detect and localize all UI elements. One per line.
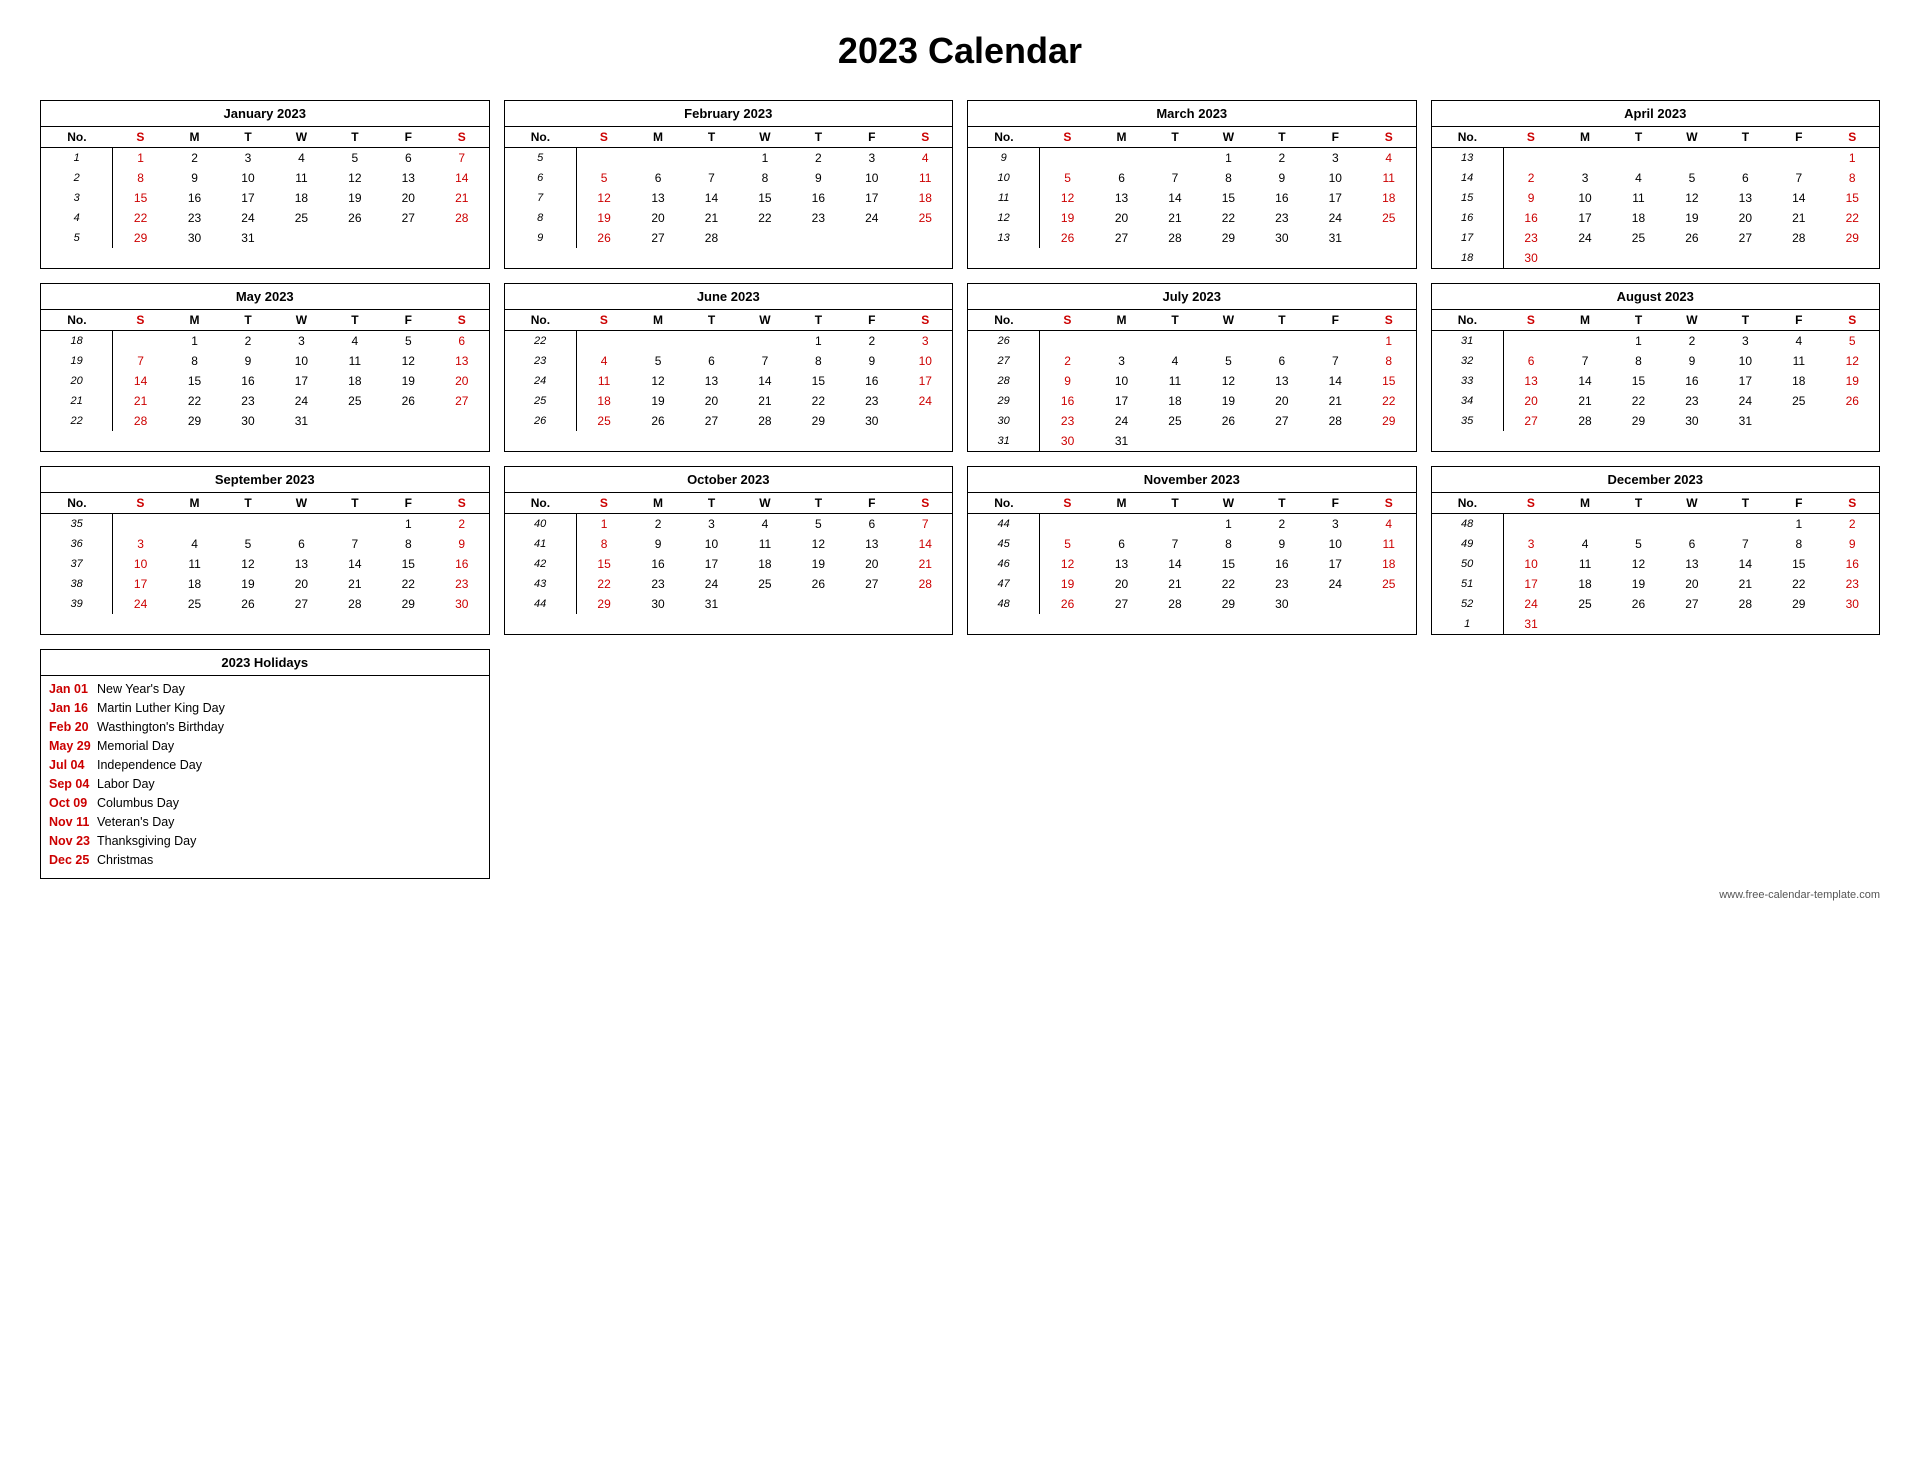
- holiday-date: Nov 23: [49, 834, 97, 848]
- month-block-3: March 2023No.SMTWTFS91234105678910111112…: [967, 100, 1417, 269]
- holiday-name: Martin Luther King Day: [97, 701, 225, 715]
- holiday-date: Dec 25: [49, 853, 97, 867]
- holiday-date: Jan 01: [49, 682, 97, 696]
- holiday-name: Christmas: [97, 853, 153, 867]
- month-block-10: October 2023No.SMTWTFS401234567418910111…: [504, 466, 954, 635]
- holiday-date: Jul 04: [49, 758, 97, 772]
- holiday-row: Jan 01New Year's Day: [49, 682, 481, 696]
- holiday-date: Oct 09: [49, 796, 97, 810]
- holiday-name: Columbus Day: [97, 796, 179, 810]
- holiday-name: Independence Day: [97, 758, 202, 772]
- month-title-2: February 2023: [505, 101, 953, 127]
- month-block-4: April 2023No.SMTWTFS13114234567815910111…: [1431, 100, 1881, 269]
- holiday-date: May 29: [49, 739, 97, 753]
- month-block-2: February 2023No.SMTWTFS51234656789101171…: [504, 100, 954, 269]
- holiday-row: Nov 11Veteran's Day: [49, 815, 481, 829]
- holiday-name: Labor Day: [97, 777, 155, 791]
- month-title-5: May 2023: [41, 284, 489, 310]
- month-title-9: September 2023: [41, 467, 489, 493]
- holiday-row: Jan 16Martin Luther King Day: [49, 701, 481, 715]
- holiday-row: Feb 20Wasthington's Birthday: [49, 720, 481, 734]
- holiday-date: Feb 20: [49, 720, 97, 734]
- holiday-row: Jul 04Independence Day: [49, 758, 481, 772]
- holiday-name: Veteran's Day: [97, 815, 174, 829]
- holiday-date: Nov 11: [49, 815, 97, 829]
- month-title-8: August 2023: [1432, 284, 1880, 310]
- footer: www.free-calendar-template.com: [40, 889, 1880, 901]
- month-block-5: May 2023No.SMTWTFS1812345619789101112132…: [40, 283, 490, 452]
- month-block-11: November 2023No.SMTWTFS44123445567891011…: [967, 466, 1417, 635]
- month-block-6: June 2023No.SMTWTFS221232345678910241112…: [504, 283, 954, 452]
- page-title: 2023 Calendar: [40, 30, 1880, 72]
- month-block-1: January 2023No.SMTWTFS112345672891011121…: [40, 100, 490, 269]
- month-title-11: November 2023: [968, 467, 1416, 493]
- calendar-grid: January 2023No.SMTWTFS112345672891011121…: [40, 100, 1880, 879]
- month-title-4: April 2023: [1432, 101, 1880, 127]
- month-block-7: July 2023No.SMTWTFS261272345678289101112…: [967, 283, 1417, 452]
- holiday-row: Dec 25Christmas: [49, 853, 481, 867]
- holiday-row: May 29Memorial Day: [49, 739, 481, 753]
- holiday-row: Nov 23Thanksgiving Day: [49, 834, 481, 848]
- month-title-1: January 2023: [41, 101, 489, 127]
- holiday-name: Wasthington's Birthday: [97, 720, 224, 734]
- holiday-date: Jan 16: [49, 701, 97, 715]
- month-block-8: August 2023No.SMTWTFS3112345326789101112…: [1431, 283, 1881, 452]
- holiday-name: Thanksgiving Day: [97, 834, 196, 848]
- holidays-title: 2023 Holidays: [41, 650, 489, 676]
- month-title-12: December 2023: [1432, 467, 1880, 493]
- holiday-name: New Year's Day: [97, 682, 185, 696]
- holiday-row: Oct 09Columbus Day: [49, 796, 481, 810]
- month-block-9: September 2023No.SMTWTFS3512363456789371…: [40, 466, 490, 635]
- holidays-block: 2023 HolidaysJan 01New Year's DayJan 16M…: [40, 649, 490, 879]
- month-block-12: December 2023No.SMTWTFS48124934567895010…: [1431, 466, 1881, 635]
- month-title-3: March 2023: [968, 101, 1416, 127]
- month-title-7: July 2023: [968, 284, 1416, 310]
- holiday-name: Memorial Day: [97, 739, 174, 753]
- holiday-row: Sep 04Labor Day: [49, 777, 481, 791]
- holiday-date: Sep 04: [49, 777, 97, 791]
- month-title-6: June 2023: [505, 284, 953, 310]
- month-title-10: October 2023: [505, 467, 953, 493]
